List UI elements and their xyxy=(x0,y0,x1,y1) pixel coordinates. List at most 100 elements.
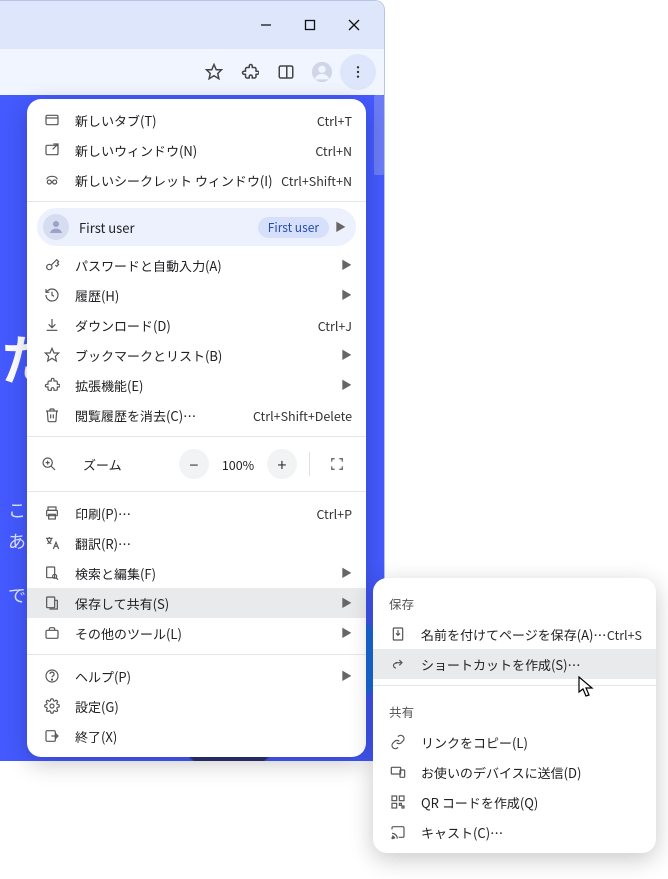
submenu-copy-link[interactable]: リンクをコピー(L) xyxy=(373,727,656,757)
menu-extensions[interactable]: 拡張機能(E) ▶ xyxy=(27,370,366,400)
menu-item-label: その他のツール(L) xyxy=(75,624,330,643)
menu-item-accel: Ctrl+J xyxy=(318,316,352,335)
side-panel-icon[interactable] xyxy=(268,54,304,90)
menu-bookmarks[interactable]: ブックマークとリスト(B) ▶ xyxy=(27,340,366,370)
zoom-in-button[interactable]: + xyxy=(267,449,297,479)
menu-item-label: 履歴(H) xyxy=(75,286,330,305)
menu-item-label: 新しいタブ(T) xyxy=(75,111,317,130)
chevron-right-icon: ▶ xyxy=(338,347,352,363)
submenu-save-as[interactable]: 名前を付けてページを保存(A)… Ctrl+S xyxy=(373,619,656,649)
menu-item-label: リンクをコピー(L) xyxy=(421,733,642,752)
fullscreen-button[interactable] xyxy=(322,449,352,479)
trash-icon xyxy=(41,405,63,425)
menu-separator xyxy=(27,436,366,437)
menu-exit[interactable]: 終了(X) xyxy=(27,721,366,751)
menu-item-label: 翻訳(R)… xyxy=(75,534,352,553)
bookmark-star-icon[interactable] xyxy=(196,54,232,90)
menu-zoom: ズーム − 100% + xyxy=(27,443,366,485)
submenu-send-device[interactable]: お使いのデバイスに送信(D) xyxy=(373,757,656,787)
menu-item-label: 設定(G) xyxy=(75,697,352,716)
menu-translate[interactable]: 翻訳(R)… xyxy=(27,528,366,558)
key-icon xyxy=(41,255,63,275)
menu-profile[interactable]: First user First user ▶ xyxy=(37,208,356,246)
menu-separator xyxy=(373,685,656,686)
gear-icon xyxy=(41,696,63,716)
minimize-button[interactable] xyxy=(244,5,288,45)
menu-item-accel: Ctrl+S xyxy=(607,625,642,644)
menu-item-label: パスワードと自動入力(A) xyxy=(75,256,330,275)
submenu-qr[interactable]: QR コードを作成(Q) xyxy=(373,787,656,817)
menu-item-label: 終了(X) xyxy=(75,727,352,746)
menu-save-share[interactable]: 保存して共有(S) ▶ xyxy=(27,588,366,618)
menu-downloads[interactable]: ダウンロード(D) Ctrl+J xyxy=(27,310,366,340)
submenu-create-shortcut[interactable]: ショートカットを作成(S)… xyxy=(373,649,656,679)
chevron-right-icon: ▶ xyxy=(338,625,352,641)
new-window-icon xyxy=(41,140,63,160)
shortcut-icon xyxy=(387,654,409,674)
menu-clear-data[interactable]: 閲覧履歴を消去(C)… Ctrl+Shift+Delete xyxy=(27,400,366,430)
incognito-icon xyxy=(41,170,63,190)
divider xyxy=(309,452,310,476)
chevron-right-icon: ▶ xyxy=(338,287,352,303)
exit-icon xyxy=(41,726,63,746)
menu-item-label: キャスト(C)… xyxy=(421,823,642,842)
menu-incognito[interactable]: 新しいシークレット ウィンドウ(I) Ctrl+Shift+N xyxy=(27,165,366,195)
scrollbar[interactable] xyxy=(374,95,384,175)
menu-passwords[interactable]: パスワードと自動入力(A) ▶ xyxy=(27,250,366,280)
close-button[interactable] xyxy=(332,5,376,45)
save-page-icon xyxy=(387,624,409,644)
cast-icon xyxy=(387,822,409,842)
menu-more-tools[interactable]: その他のツール(L) ▶ xyxy=(27,618,366,648)
menu-print[interactable]: 印刷(P)… Ctrl+P xyxy=(27,498,366,528)
profile-avatar-icon[interactable] xyxy=(304,54,340,90)
menu-separator xyxy=(27,654,366,655)
menu-settings[interactable]: 設定(G) xyxy=(27,691,366,721)
menu-item-accel: Ctrl+Shift+N xyxy=(281,171,352,190)
chevron-right-icon: ▶ xyxy=(338,257,352,273)
chevron-right-icon: ▶ xyxy=(338,377,352,393)
menu-item-label: ブックマークとリスト(B) xyxy=(75,346,330,365)
menu-item-label: 印刷(P)… xyxy=(75,504,316,523)
menu-separator xyxy=(27,201,366,202)
menu-item-label: ショートカットを作成(S)… xyxy=(421,655,642,674)
toolbox-icon xyxy=(41,623,63,643)
avatar-icon xyxy=(43,214,69,240)
save-share-submenu: 保存 名前を付けてページを保存(A)… Ctrl+S ショートカットを作成(S)… xyxy=(373,578,656,853)
help-icon xyxy=(41,666,63,686)
menu-new-tab[interactable]: 新しいタブ(T) Ctrl+T xyxy=(27,105,366,135)
extensions-icon[interactable] xyxy=(232,54,268,90)
print-icon xyxy=(41,503,63,523)
menu-find-edit[interactable]: 検索と編集(F) ▶ xyxy=(27,558,366,588)
zoom-out-button[interactable]: − xyxy=(179,449,209,479)
zoom-label: ズーム xyxy=(83,455,171,474)
profile-badge: First user xyxy=(258,217,329,238)
menu-separator xyxy=(27,491,366,492)
link-icon xyxy=(387,732,409,752)
menu-item-accel: Ctrl+T xyxy=(317,111,352,130)
menu-item-label: 検索と編集(F) xyxy=(75,564,330,583)
menu-history[interactable]: 履歴(H) ▶ xyxy=(27,280,366,310)
chevron-right-icon: ▶ xyxy=(335,219,346,235)
toolbar xyxy=(0,49,384,96)
maximize-button[interactable] xyxy=(288,5,332,45)
extensions-icon xyxy=(41,375,63,395)
kebab-menu-icon[interactable] xyxy=(340,54,376,90)
menu-item-label: 新しいシークレット ウィンドウ(I) xyxy=(75,171,281,190)
menu-item-label: ダウンロード(D) xyxy=(75,316,318,335)
menu-item-label: 拡張機能(E) xyxy=(75,376,330,395)
menu-new-window[interactable]: 新しいウィンドウ(N) Ctrl+N xyxy=(27,135,366,165)
submenu-section-title: 保存 xyxy=(373,584,656,619)
menu-item-label: お使いのデバイスに送信(D) xyxy=(421,763,642,782)
titlebar xyxy=(0,1,384,49)
submenu-section-title: 共有 xyxy=(373,692,656,727)
menu-item-accel: Ctrl+Shift+Delete xyxy=(253,406,352,425)
menu-help[interactable]: ヘルプ(P) ▶ xyxy=(27,661,366,691)
page-subtext: こ あ で xyxy=(8,495,26,611)
search-doc-icon xyxy=(41,563,63,583)
star-icon xyxy=(41,345,63,365)
submenu-cast[interactable]: キャスト(C)… xyxy=(373,817,656,847)
qr-icon xyxy=(387,792,409,812)
translate-icon xyxy=(41,533,63,553)
menu-item-label: QR コードを作成(Q) xyxy=(421,793,642,812)
save-icon xyxy=(41,593,63,613)
